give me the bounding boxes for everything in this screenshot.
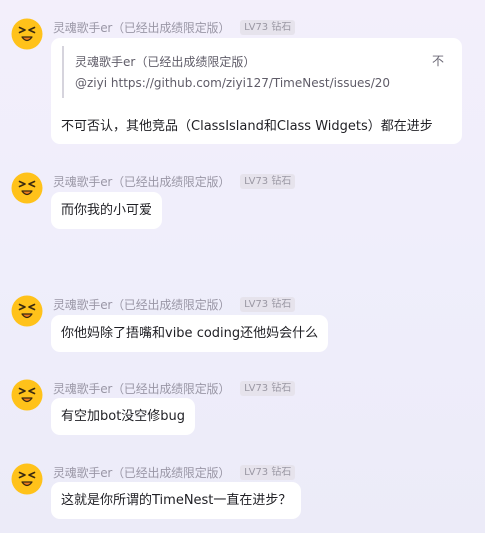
message-bubble[interactable]: 有空加bot没空修bug <box>51 398 196 435</box>
message-text: 而你我的小可爱 <box>61 203 153 218</box>
sender-name[interactable]: 灵魂歌手er（已经出成绩限定版） <box>53 380 230 397</box>
message-item: 灵魂歌手er（已经出成绩限定版） LV73 钻石 这就是你所谓的TimeNest… <box>0 463 485 523</box>
quoted-link-text: @ziyi https://github.com/ziyi127/TimeNes… <box>75 76 390 90</box>
message-bubble[interactable]: 而你我的小可爱 <box>51 192 163 229</box>
quoted-sender-name: 灵魂歌手er（已经出成绩限定版） <box>75 55 256 69</box>
message-header: 灵魂歌手er（已经出成绩限定版） LV73 钻石 <box>53 19 296 36</box>
message-bubble[interactable]: 这就是你所谓的TimeNest一直在进步？ <box>51 482 302 519</box>
squinting-emoji-face-icon <box>11 18 43 50</box>
sender-name[interactable]: 灵魂歌手er（已经出成绩限定版） <box>53 19 230 36</box>
level-badge: LV73 钻石 <box>240 380 296 396</box>
squinting-emoji-face-icon <box>11 295 43 327</box>
squinting-emoji-face-icon <box>11 463 43 495</box>
avatar[interactable] <box>11 379 43 411</box>
level-badge: LV73 钻石 <box>240 464 296 480</box>
level-badge: LV73 钻石 <box>240 296 296 312</box>
message-item: 灵魂歌手er（已经出成绩限定版） LV73 钻石 有空加bot没空修bug <box>0 379 485 439</box>
message-header: 灵魂歌手er（已经出成绩限定版） LV73 钻石 <box>53 380 296 397</box>
level-badge: LV73 钻石 <box>240 19 296 35</box>
message-text: 有空加bot没空修bug <box>61 409 186 424</box>
message-bubble[interactable]: 灵魂歌手er（已经出成绩限定版） @ziyi https://github.co… <box>51 38 462 144</box>
message-item: 灵魂歌手er（已经出成绩限定版） LV73 钻石 你他妈除了捂嘴和vibe co… <box>0 295 485 355</box>
avatar[interactable] <box>11 295 43 327</box>
message-item: 灵魂歌手er（已经出成绩限定版） LV73 钻石 灵魂歌手er（已经出成绩限定版… <box>0 18 485 144</box>
message-text: 这就是你所谓的TimeNest一直在进步？ <box>61 493 292 508</box>
avatar[interactable] <box>11 172 43 204</box>
level-badge: LV73 钻石 <box>240 173 296 189</box>
message-header: 灵魂歌手er（已经出成绩限定版） LV73 钻石 <box>53 296 296 313</box>
squinting-emoji-face-icon <box>11 379 43 411</box>
message-text: 不可否认，其他竞品（ClassIsland和Class Widgets）都在进步 <box>61 119 433 134</box>
sender-name[interactable]: 灵魂歌手er（已经出成绩限定版） <box>53 464 230 481</box>
message-header: 灵魂歌手er（已经出成绩限定版） LV73 钻石 <box>53 464 296 481</box>
avatar[interactable] <box>11 463 43 495</box>
message-header: 灵魂歌手er（已经出成绩限定版） LV73 钻石 <box>53 173 296 190</box>
message-item: 灵魂歌手er（已经出成绩限定版） LV73 钻石 而你我的小可爱 <box>0 172 485 232</box>
quoted-message[interactable]: 灵魂歌手er（已经出成绩限定版） @ziyi https://github.co… <box>62 46 448 98</box>
message-text: 你他妈除了捂嘴和vibe coding还他妈会什么 <box>61 326 319 341</box>
sender-name[interactable]: 灵魂歌手er（已经出成绩限定版） <box>53 173 230 190</box>
quote-expand-button[interactable]: 不 <box>432 52 444 69</box>
avatar[interactable] <box>11 18 43 50</box>
sender-name[interactable]: 灵魂歌手er（已经出成绩限定版） <box>53 296 230 313</box>
squinting-emoji-face-icon <box>11 172 43 204</box>
message-bubble[interactable]: 你他妈除了捂嘴和vibe coding还他妈会什么 <box>51 315 329 352</box>
